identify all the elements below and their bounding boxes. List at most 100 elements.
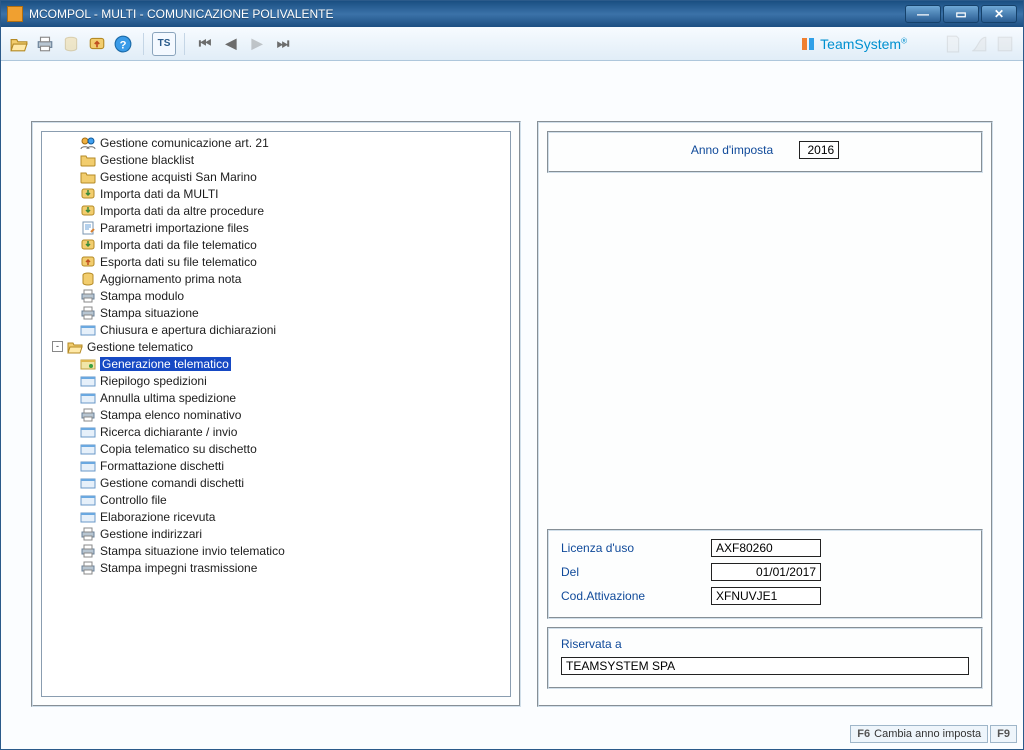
tree-item-label: Gestione acquisti San Marino xyxy=(100,170,257,184)
card-icon xyxy=(80,493,96,507)
tree-node[interactable]: Gestione indirizzari xyxy=(44,525,508,542)
tree-node[interactable]: Aggiornamento prima nota xyxy=(44,270,508,287)
printer-icon xyxy=(80,561,96,575)
printer-icon xyxy=(80,408,96,422)
tree-item-label: Stampa elenco nominativo xyxy=(100,408,241,422)
date-label: Del xyxy=(561,565,711,579)
tree-parent-node[interactable]: -Gestione telematico xyxy=(44,338,508,355)
tree-item-label: Gestione comunicazione art. 21 xyxy=(100,136,269,150)
content-area: Gestione comunicazione art. 21 Gestione b… xyxy=(1,61,1023,749)
activation-input[interactable] xyxy=(711,587,821,605)
reserved-label: Riservata a xyxy=(561,637,969,651)
folder-icon xyxy=(80,170,96,184)
tree-item-label: Formattazione dischetti xyxy=(100,459,224,473)
card-icon xyxy=(80,425,96,439)
tree-node[interactable]: Gestione blacklist xyxy=(44,151,508,168)
tree-item-label: Riepilogo spedizioni xyxy=(100,374,207,388)
status-f6[interactable]: F6 Cambia anno imposta xyxy=(850,725,988,743)
tree-node[interactable]: Controllo file xyxy=(44,491,508,508)
db-icon xyxy=(80,272,96,286)
tree-node[interactable]: Chiusura e apertura dichiarazioni xyxy=(44,321,508,338)
tree-item-label: Stampa situazione xyxy=(100,306,199,320)
tree-item-label: Gestione blacklist xyxy=(100,153,194,167)
tree-node[interactable]: Generazione telematico xyxy=(44,355,508,372)
tree-node[interactable]: Importa dati da altre procedure xyxy=(44,202,508,219)
tree-node[interactable]: Gestione comandi dischetti xyxy=(44,474,508,491)
ts-button[interactable]: TS xyxy=(152,32,176,56)
import-icon xyxy=(80,238,96,252)
tree-node[interactable]: Stampa situazione invio telematico xyxy=(44,542,508,559)
activation-label: Cod.Attivazione xyxy=(561,589,711,603)
help-button[interactable] xyxy=(111,32,135,56)
card-icon xyxy=(80,391,96,405)
year-group: Anno d'imposta xyxy=(547,131,983,173)
toolbar: TS ⏮ ◀ ▶ ⏭ TeamSystem® xyxy=(1,27,1023,61)
doc-page-icon[interactable] xyxy=(941,32,965,56)
multi-button[interactable] xyxy=(59,32,83,56)
folder-icon xyxy=(80,153,96,167)
tree-node[interactable]: Parametri importazione files xyxy=(44,219,508,236)
export-button[interactable] xyxy=(85,32,109,56)
close-button[interactable]: ✕ xyxy=(981,5,1017,23)
card-icon xyxy=(80,476,96,490)
tree-node[interactable]: Stampa modulo xyxy=(44,287,508,304)
tree-node[interactable]: Copia telematico su dischetto xyxy=(44,440,508,457)
tree-item-label: Elaborazione ricevuta xyxy=(100,510,215,524)
tree-node[interactable]: Ricerca dichiarante / invio xyxy=(44,423,508,440)
printer-icon xyxy=(80,306,96,320)
tree-expander[interactable]: - xyxy=(52,341,63,352)
users-icon xyxy=(80,136,96,150)
tree-node[interactable]: Riepilogo spedizioni xyxy=(44,372,508,389)
reserved-input[interactable] xyxy=(561,657,969,675)
tree-node[interactable]: Annulla ultima spedizione xyxy=(44,389,508,406)
tree-item-label: Controllo file xyxy=(100,493,167,507)
tree-item-label: Gestione comandi dischetti xyxy=(100,476,244,490)
nav-last-button[interactable]: ⏭ xyxy=(271,32,295,56)
nav-first-button[interactable]: ⏮ xyxy=(193,32,217,56)
nav-next-button[interactable]: ▶ xyxy=(245,32,269,56)
tree-node[interactable]: Esporta dati su file telematico xyxy=(44,253,508,270)
tree-node[interactable]: Formattazione dischetti xyxy=(44,457,508,474)
tree-node[interactable]: Gestione comunicazione art. 21 xyxy=(44,134,508,151)
tree-node[interactable]: Stampa situazione xyxy=(44,304,508,321)
tree-node[interactable]: Gestione acquisti San Marino xyxy=(44,168,508,185)
tree-item-label: Aggiornamento prima nota xyxy=(100,272,241,286)
tree-item-label: Stampa impegni trasmissione xyxy=(100,561,257,575)
doc-block-icon[interactable] xyxy=(993,32,1017,56)
printer-icon xyxy=(80,289,96,303)
card-icon xyxy=(80,510,96,524)
tree-node[interactable]: Stampa impegni trasmissione xyxy=(44,559,508,576)
status-bar: F6 Cambia anno imposta F9 xyxy=(850,725,1017,743)
card-sel-icon xyxy=(80,357,96,371)
reserved-group: Riservata a xyxy=(547,627,983,689)
minimize-button[interactable]: — xyxy=(905,5,941,23)
year-input[interactable] xyxy=(799,141,839,159)
print-button[interactable] xyxy=(33,32,57,56)
tree-node[interactable]: Stampa elenco nominativo xyxy=(44,406,508,423)
note-icon xyxy=(80,221,96,235)
tree-node[interactable]: Importa dati da file telematico xyxy=(44,236,508,253)
card-icon xyxy=(80,459,96,473)
tree-item-label: Importa dati da file telematico xyxy=(100,238,257,252)
status-f9[interactable]: F9 xyxy=(990,725,1017,743)
tree-item-label: Ricerca dichiarante / invio xyxy=(100,425,237,439)
license-group: Licenza d'uso Del Cod.Attivazione xyxy=(547,529,983,619)
open-folder-icon xyxy=(67,340,83,354)
printer-icon xyxy=(80,544,96,558)
tree-item-label: Importa dati da altre procedure xyxy=(100,204,264,218)
nav-prev-button[interactable]: ◀ xyxy=(219,32,243,56)
date-input[interactable] xyxy=(711,563,821,581)
tree-item-label: Stampa situazione invio telematico xyxy=(100,544,285,558)
export-icon xyxy=(80,255,96,269)
detail-panel: Anno d'imposta Licenza d'uso Del Cod.Att… xyxy=(537,121,993,707)
tree-node[interactable]: Elaborazione ricevuta xyxy=(44,508,508,525)
doc-curve-icon[interactable] xyxy=(967,32,991,56)
tree-item-label: Esporta dati su file telematico xyxy=(100,255,257,269)
tree-node[interactable]: Importa dati da MULTI xyxy=(44,185,508,202)
open-button[interactable] xyxy=(7,32,31,56)
license-input[interactable] xyxy=(711,539,821,557)
tree-scroll[interactable]: Gestione comunicazione art. 21 Gestione b… xyxy=(42,132,510,696)
tree-item-label: Stampa modulo xyxy=(100,289,184,303)
tree-container: Gestione comunicazione art. 21 Gestione b… xyxy=(41,131,511,697)
maximize-button[interactable]: ▭ xyxy=(943,5,979,23)
